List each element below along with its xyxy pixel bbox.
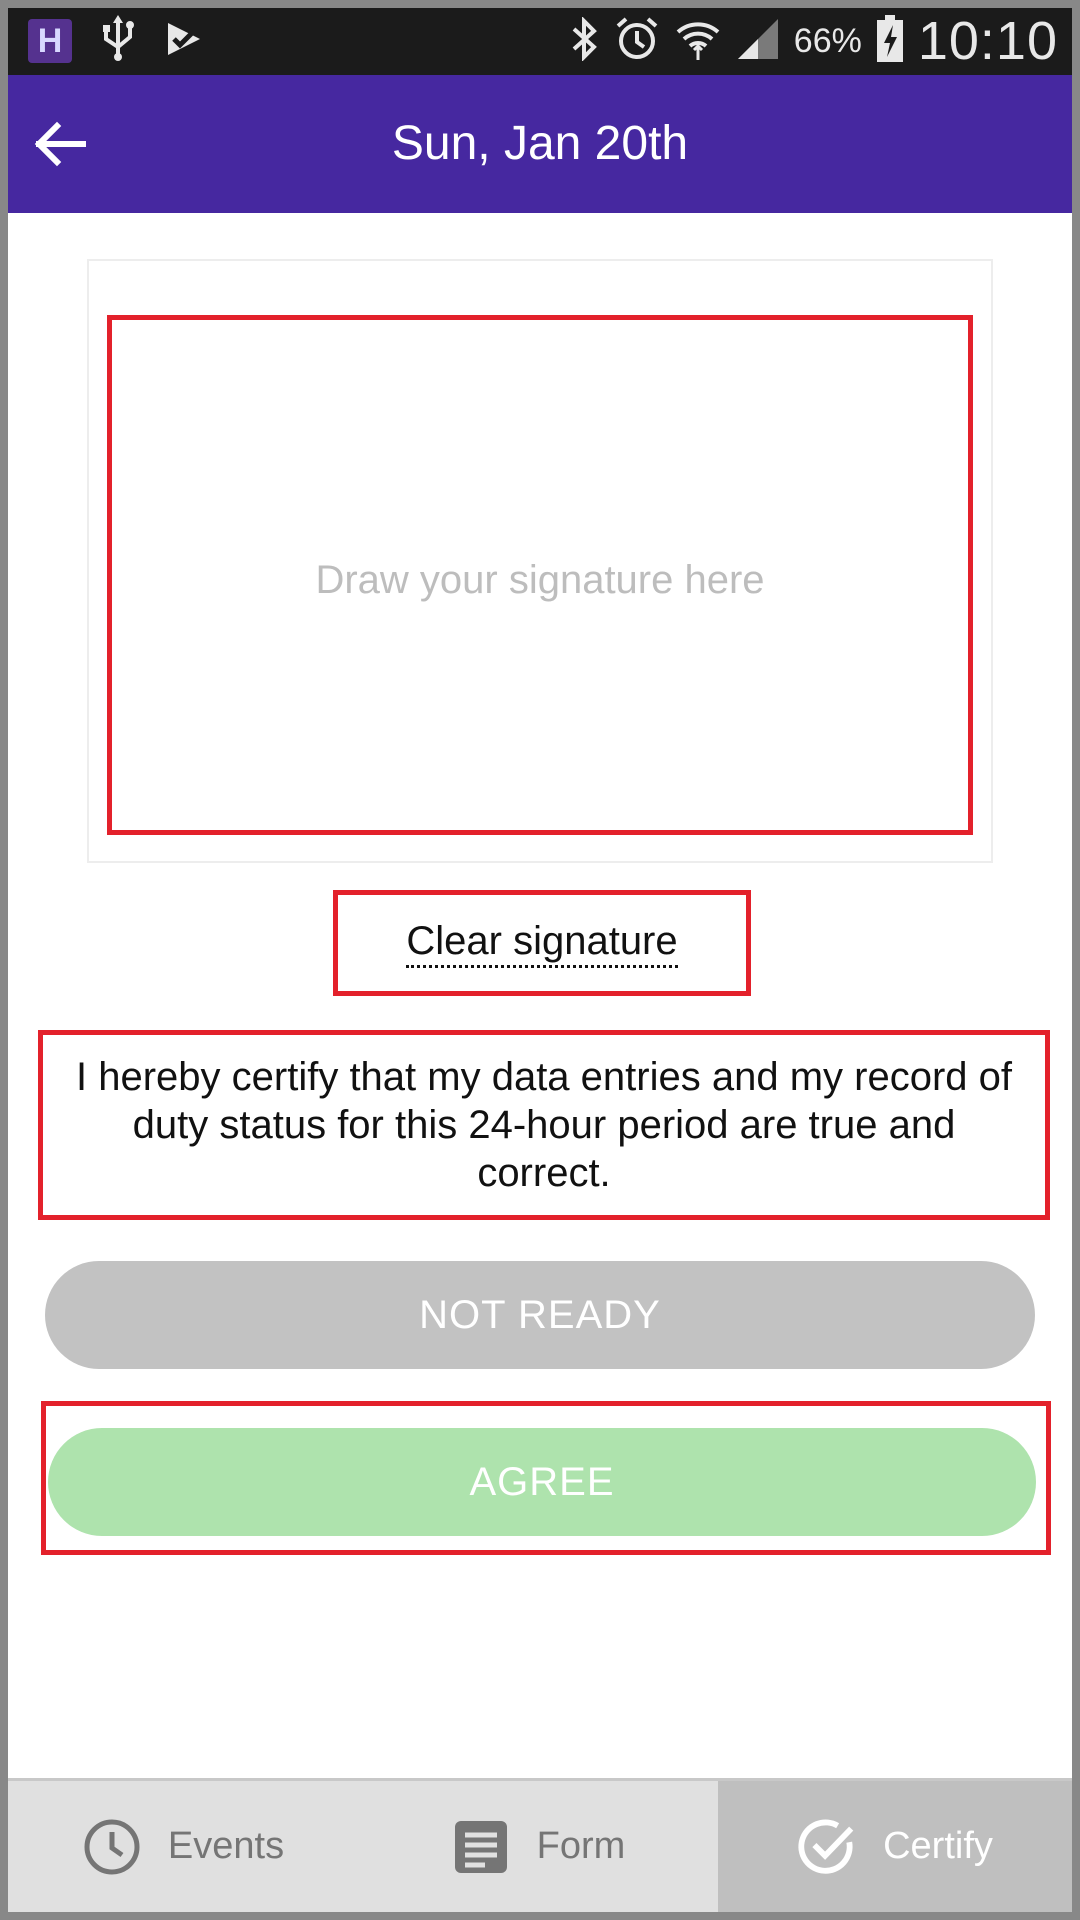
form-icon: [451, 1817, 511, 1877]
alarm-icon: [614, 16, 660, 67]
bluetooth-icon: [570, 15, 600, 66]
task-check-icon: [164, 19, 204, 64]
battery-charging-icon: [876, 14, 904, 68]
agree-button[interactable]: AGREE: [48, 1428, 1036, 1536]
clock-time: 10:10: [917, 11, 1058, 71]
clear-signature-highlight: Clear signature: [333, 890, 751, 996]
tab-form-label: Form: [536, 1825, 626, 1867]
phone-screen: H 66% 10:10 Sun, Jan 20th Draw your sign…: [8, 8, 1072, 1912]
clock-icon: [82, 1817, 142, 1877]
page-title: Sun, Jan 20th: [391, 117, 689, 170]
bottom-navigation: Events Form Certify: [8, 1778, 1072, 1912]
app-bar: Sun, Jan 20th: [8, 75, 1072, 213]
status-bar: H 66% 10:10: [8, 8, 1072, 75]
back-button[interactable]: [26, 111, 92, 177]
battery-percent: 66%: [793, 21, 862, 60]
tab-certify-label: Certify: [883, 1825, 993, 1867]
tab-events[interactable]: Events: [8, 1781, 358, 1912]
system-icons: 66% 10:10: [570, 11, 1058, 71]
tab-events-label: Events: [167, 1825, 285, 1867]
usb-icon: [100, 14, 136, 68]
tab-form[interactable]: Form: [358, 1781, 718, 1912]
certification-text: I hereby certify that my data entries an…: [76, 1055, 1012, 1195]
app-notification-icon: H: [28, 19, 72, 63]
signal-icon: [736, 17, 780, 66]
check-circle-icon: [797, 1817, 857, 1877]
tab-certify[interactable]: Certify: [718, 1781, 1072, 1912]
certification-statement: I hereby certify that my data entries an…: [38, 1030, 1050, 1220]
arrow-left-icon: [34, 121, 86, 167]
signature-placeholder: Draw your signature here: [315, 557, 765, 602]
not-ready-button[interactable]: NOT READY: [45, 1261, 1035, 1369]
clear-signature-link[interactable]: Clear signature: [406, 919, 678, 968]
wifi-icon: [674, 16, 722, 67]
signature-pad[interactable]: Draw your signature here: [107, 315, 973, 835]
notification-icons: H: [28, 14, 204, 68]
